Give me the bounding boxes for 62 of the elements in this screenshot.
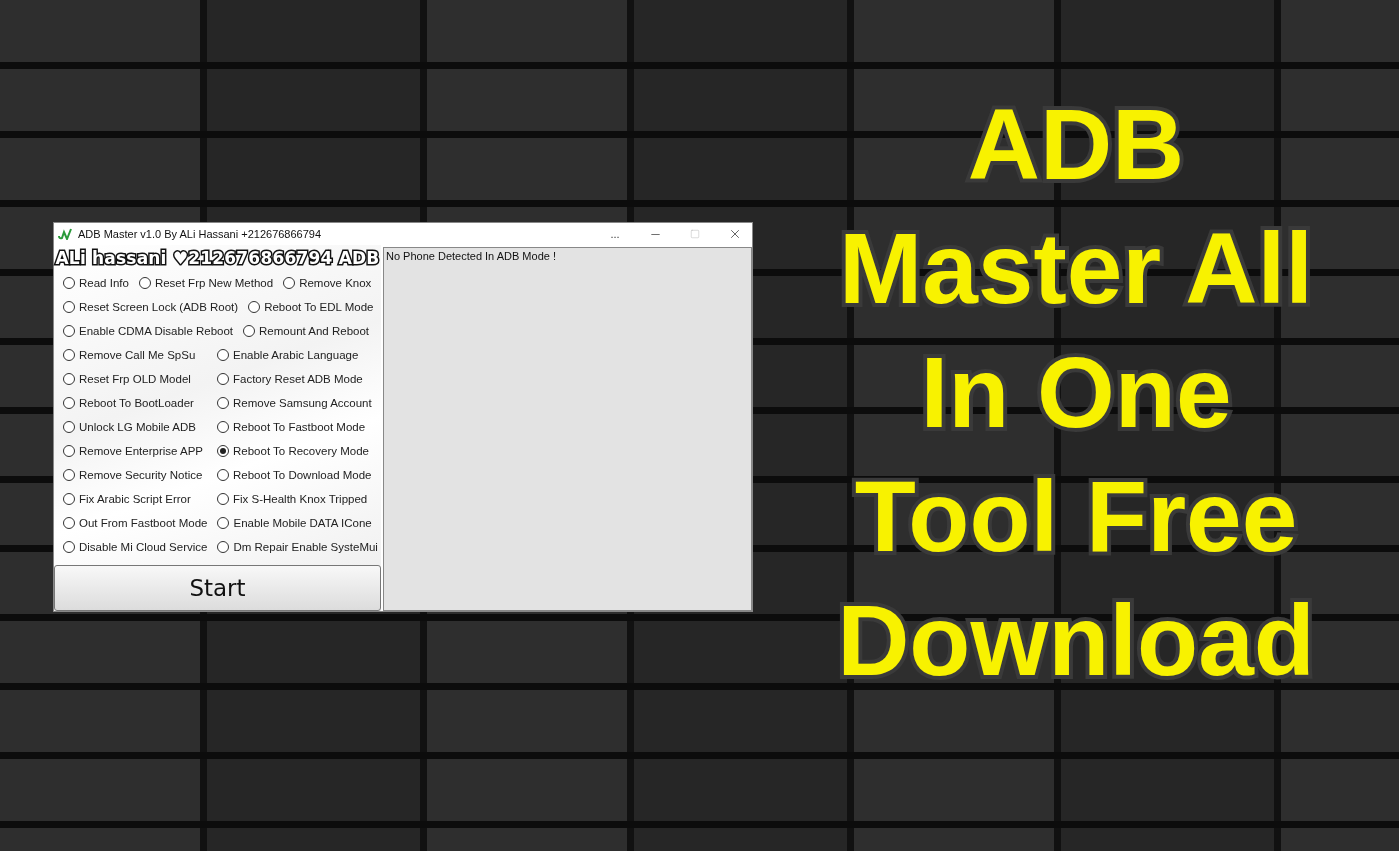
radio-icon[interactable]: [217, 541, 230, 553]
radio-icon[interactable]: [63, 397, 75, 409]
headline-line: Tool Free: [854, 459, 1298, 574]
radio-icon[interactable]: [217, 349, 229, 361]
headline-line: Master All: [838, 211, 1314, 326]
radio-icon[interactable]: [63, 445, 75, 457]
radio-option[interactable]: Unlock LG Mobile ADB: [63, 421, 207, 433]
start-button[interactable]: Start: [54, 565, 381, 611]
radio-option[interactable]: Remove Knox: [283, 277, 372, 289]
radio-icon[interactable]: [63, 325, 75, 337]
radio-option[interactable]: Fix Arabic Script Error: [63, 493, 207, 505]
radio-option[interactable]: Read Info: [63, 277, 129, 289]
headline-line: In One: [920, 335, 1232, 450]
radio-option[interactable]: Reboot To Download Mode: [217, 469, 372, 481]
radio-icon[interactable]: [217, 397, 229, 409]
radio-option[interactable]: Reset Frp OLD Model: [63, 373, 207, 385]
headline-line: Download: [837, 583, 1315, 698]
radio-option[interactable]: Enable CDMA Disable Reboot: [63, 325, 234, 337]
radio-option[interactable]: Disable Mi Cloud Service: [63, 541, 208, 553]
radio-icon[interactable]: [243, 325, 256, 337]
app-logo-icon: [58, 228, 72, 240]
headline-line: ADB: [967, 87, 1185, 202]
radio-option[interactable]: Enable Arabic Language: [217, 349, 359, 361]
radio-option[interactable]: Remount And Reboot: [243, 325, 370, 337]
radio-icon[interactable]: [63, 493, 75, 505]
radio-icon[interactable]: [63, 421, 75, 433]
radio-option[interactable]: Reboot To EDL Mode: [248, 301, 374, 313]
radio-option[interactable]: Remove Security Notice: [63, 469, 207, 481]
radio-option[interactable]: Factory Reset ADB Mode: [217, 373, 363, 385]
author-title: ALi hassani ♥212676866794 ADB: [54, 247, 381, 270]
radio-icon[interactable]: [138, 277, 151, 289]
radio-option[interactable]: Enable Mobile DATA ICone: [217, 517, 372, 529]
radio-icon[interactable]: [217, 421, 229, 433]
radio-icon[interactable]: [63, 469, 75, 481]
radio-icon[interactable]: [63, 373, 75, 385]
radio-option[interactable]: Reset Frp New Method: [138, 277, 274, 289]
radio-icon[interactable]: [217, 445, 229, 457]
radio-icon[interactable]: [248, 301, 261, 313]
radio-option[interactable]: Reboot To Recovery Mode: [217, 445, 369, 457]
radio-icon[interactable]: [217, 469, 229, 481]
close-icon[interactable]: [728, 227, 742, 241]
radio-icon[interactable]: [217, 373, 229, 385]
radio-icon[interactable]: [283, 277, 296, 289]
radio-option[interactable]: Remove Enterprise APP: [63, 445, 207, 457]
radio-option[interactable]: Reboot To Fastboot Mode: [217, 421, 366, 433]
radio-icon[interactable]: [217, 493, 229, 505]
radio-option[interactable]: Fix S-Health Knox Tripped: [217, 493, 368, 505]
radio-icon[interactable]: [63, 517, 75, 529]
radio-icon[interactable]: [63, 277, 75, 289]
radio-option[interactable]: Remove Call Me SpSu: [63, 349, 207, 361]
radio-icon[interactable]: [217, 517, 230, 529]
radio-option[interactable]: Reboot To BootLoader: [63, 397, 207, 409]
overflow-button[interactable]: ...: [598, 223, 632, 245]
radio-icon[interactable]: [63, 541, 75, 553]
radio-icon[interactable]: [63, 301, 75, 313]
log-message: No Phone Detected In ADB Mode !: [385, 249, 557, 264]
radio-option[interactable]: Dm Repair Enable SysteMui: [217, 541, 378, 553]
radio-option[interactable]: Out From Fastboot Mode: [63, 517, 208, 529]
radio-option[interactable]: Remove Samsung Account: [217, 397, 372, 409]
radio-option[interactable]: Reset Screen Lock (ADB Root): [63, 301, 239, 313]
radio-icon[interactable]: [63, 349, 75, 361]
window-title: ADB Master v1.0 By ALi Hassani +212676866794: [78, 228, 323, 240]
